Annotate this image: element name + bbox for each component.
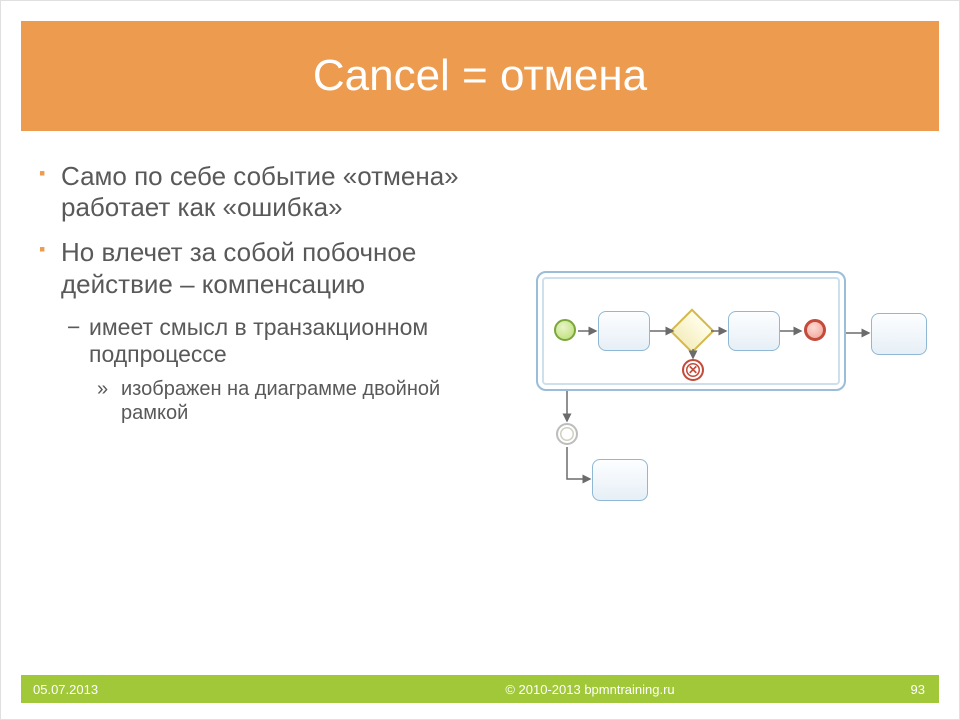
footer-bar: 05.07.2013 © 2010-2013 bpmntraining.ru 9… [21,675,939,703]
slide: Cancel = отмена Само по себе событие «от… [0,0,960,720]
footer-page-number: 93 [879,682,939,697]
bullet-level2: имеет смысл в транзакционном подпроцессе [39,314,509,369]
title-bar: Cancel = отмена [21,21,939,131]
bullet-level1: Но влечет за собой побочное действие – к… [39,237,509,299]
task-box [592,459,648,501]
footer-copyright: © 2010-2013 bpmntraining.ru [301,682,879,697]
task-box [871,313,927,355]
boundary-event-icon [556,423,578,445]
end-event-icon [804,319,826,341]
task-box [598,311,650,351]
bpmn-diagram: ✕ [536,271,936,511]
slide-title: Cancel = отмена [313,51,647,101]
task-box [728,311,780,351]
start-event-icon [554,319,576,341]
bullet-level3: изображен на диаграмме двойной рамкой [39,377,509,425]
content-column: Само по себе событие «отмена» работает к… [39,161,509,425]
footer-date: 05.07.2013 [21,682,301,697]
bullet-level1: Само по себе событие «отмена» работает к… [39,161,509,223]
cancel-event-icon: ✕ [682,359,704,381]
